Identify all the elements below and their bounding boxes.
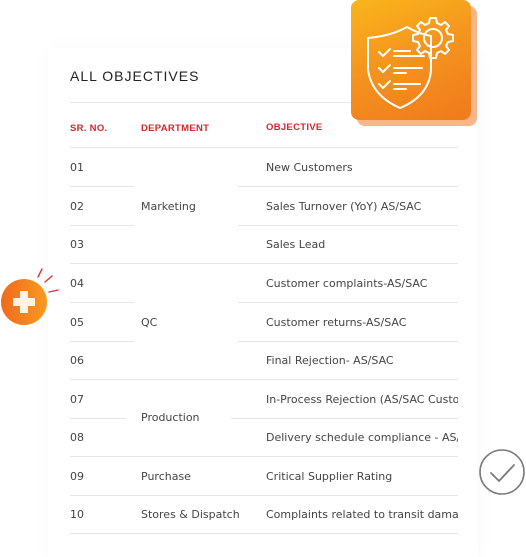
divider xyxy=(70,186,134,187)
check-circle-icon xyxy=(479,449,525,495)
divider xyxy=(238,186,458,187)
row-objective: Critical Supplier Rating xyxy=(266,470,393,483)
divider xyxy=(70,379,458,380)
divider xyxy=(70,341,134,342)
divider xyxy=(238,225,458,226)
row-number: 04 xyxy=(70,277,84,290)
card-title: ALL OBJECTIVES xyxy=(70,68,200,84)
row-objective: Customer returns-AS/SAC xyxy=(266,316,407,329)
row-objective: Complaints related to transit damage xyxy=(266,508,458,521)
column-header-sr-no: SR. NO. xyxy=(70,123,108,134)
divider xyxy=(238,341,458,342)
row-number: 10 xyxy=(70,508,84,521)
row-objective: New Customers xyxy=(266,161,353,174)
row-number: 01 xyxy=(70,161,84,174)
shield-checklist-gear-icon xyxy=(351,0,471,120)
row-objective: Delivery schedule compliance - AS/SAC xyxy=(266,431,458,444)
divider xyxy=(70,147,458,148)
column-header-objective: OBJECTIVE xyxy=(266,122,323,133)
row-number: 02 xyxy=(70,200,84,213)
row-department: Stores & Dispatch xyxy=(141,508,240,521)
row-department: QC xyxy=(141,316,158,329)
row-department: Marketing xyxy=(141,200,196,213)
divider xyxy=(70,225,134,226)
divider xyxy=(70,495,458,496)
divider xyxy=(70,533,458,534)
divider xyxy=(70,418,126,419)
row-number: 05 xyxy=(70,316,84,329)
row-objective: In-Process Rejection (AS/SAC Customer) xyxy=(266,393,458,406)
divider xyxy=(70,302,134,303)
row-objective: Sales Lead xyxy=(266,238,326,251)
row-objective: Sales Turnover (YoY) AS/SAC xyxy=(266,200,422,213)
row-number: 08 xyxy=(70,431,84,444)
divider xyxy=(70,263,458,264)
row-department: Production xyxy=(141,411,200,424)
row-objective: Customer complaints-AS/SAC xyxy=(266,277,428,290)
sparkle-rays-icon xyxy=(37,268,59,293)
row-number: 06 xyxy=(70,354,84,367)
row-number: 03 xyxy=(70,238,84,251)
divider xyxy=(238,302,458,303)
column-header-department: DEPARTMENT xyxy=(141,123,210,134)
row-objective: Final Rejection- AS/SAC xyxy=(266,354,394,367)
divider xyxy=(231,418,458,419)
row-number: 09 xyxy=(70,470,84,483)
row-department: Purchase xyxy=(141,470,191,483)
divider xyxy=(70,456,458,457)
row-number: 07 xyxy=(70,393,84,406)
